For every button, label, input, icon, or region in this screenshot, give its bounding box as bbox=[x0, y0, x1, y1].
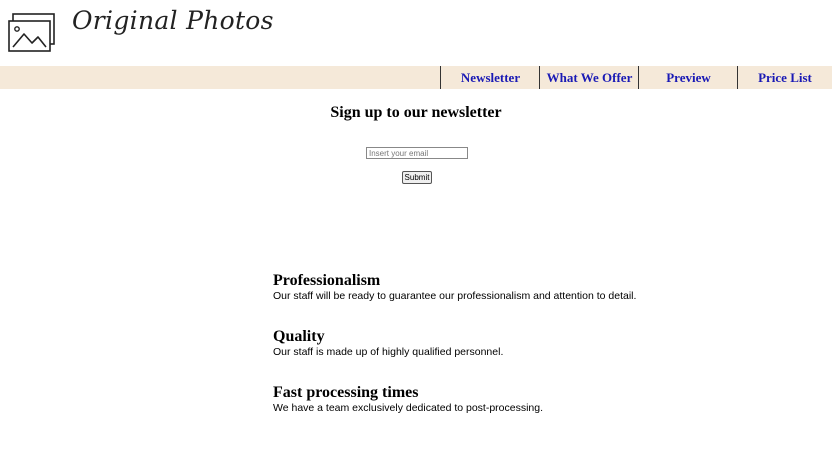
feature-description: We have a team exclusively dedicated to … bbox=[273, 402, 544, 414]
logo-text[interactable]: Original Photos bbox=[72, 6, 274, 35]
feature-item: Professionalism Our staff will be ready … bbox=[273, 272, 693, 328]
nav-newsletter[interactable]: Newsletter bbox=[440, 66, 540, 89]
nav-price-list[interactable]: Price List bbox=[737, 66, 832, 89]
feature-item: Quality Our staff is made up of highly q… bbox=[273, 328, 693, 384]
feature-title: Fast processing times bbox=[273, 384, 419, 401]
main-nav: Newsletter What We Offer Preview Price L… bbox=[0, 66, 832, 89]
newsletter-title: Sign up to our newsletter bbox=[330, 104, 502, 121]
feature-title: Professionalism bbox=[273, 272, 381, 289]
email-input[interactable] bbox=[366, 147, 468, 159]
nav-what-we-offer[interactable]: What We Offer bbox=[539, 66, 639, 89]
feature-description: Our staff is made up of highly qualified… bbox=[273, 346, 504, 358]
feature-description: Our staff will be ready to guarantee our… bbox=[273, 290, 637, 302]
submit-button[interactable]: Submit bbox=[402, 171, 432, 184]
features-section: Professionalism Our staff will be ready … bbox=[273, 272, 693, 440]
feature-title: Quality bbox=[273, 328, 325, 345]
photos-icon bbox=[8, 13, 55, 52]
feature-item: Fast processing times We have a team exc… bbox=[273, 384, 693, 440]
site-header: Original Photos bbox=[0, 0, 832, 66]
nav-preview[interactable]: Preview bbox=[638, 66, 738, 89]
